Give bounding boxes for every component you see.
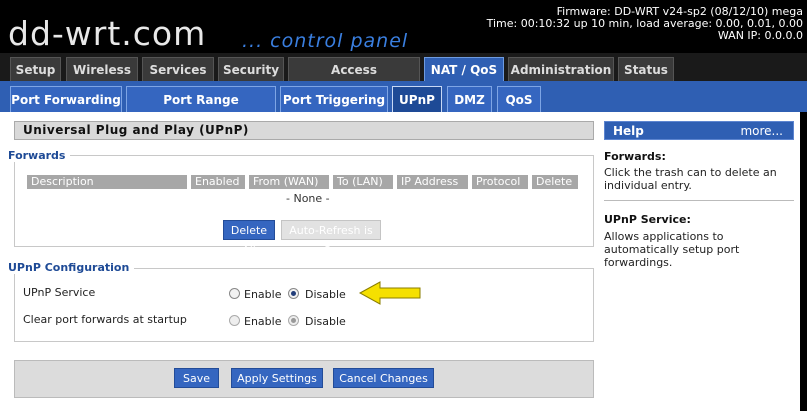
upnp-enable-radio[interactable] [229,288,240,299]
content-area: Universal Plug and Play (UPnP) Forwards … [0,112,807,411]
help-header: Help more... [604,121,794,140]
column-header: Protocol [472,175,528,189]
help-service-title: UPnP Service: [604,213,691,226]
apply-settings-button[interactable]: Apply Settings [231,368,323,388]
column-header: IP Address [397,175,468,189]
upnp-disable-radio[interactable] [288,288,299,299]
right-border [800,112,807,411]
tab-administration[interactable]: Administration [508,57,614,81]
tab-security[interactable]: Security [218,57,284,81]
upnp-config-fieldset [14,268,594,342]
tab-status[interactable]: Status [618,57,674,81]
dd-wrt-logo[interactable]: dd-wrt.com [8,14,206,54]
help-forwards-text: Click the trash can to delete an individ… [604,166,777,192]
header: dd-wrt.com ... control panel Firmware: D… [0,0,807,53]
subtab-upnp[interactable]: UPnP [392,86,442,112]
upnp-config-legend: UPnP Configuration [8,261,135,274]
subtab-port-forwarding[interactable]: Port Forwarding [10,86,122,112]
help-forwards-title: Forwards: [604,150,666,163]
clear-disable-radio[interactable] [288,315,299,326]
column-header: Description [27,175,187,189]
delete-all-button[interactable]: Delete All [223,220,275,257]
control-panel-tagline: ... control panel [242,30,409,52]
help-service-text: Allows applications to automatically set… [604,230,740,269]
router-status-info: Firmware: DD-WRT v24-sp2 (08/12/10) mega… [487,6,803,42]
tab-nat-qos[interactable]: NAT / QoS [424,57,504,81]
column-header: From (WAN) [249,175,329,189]
column-header: To (LAN) [333,175,393,189]
help-more-link[interactable]: more... [740,122,783,141]
save-button[interactable]: Save [174,368,219,388]
help-divider [604,200,794,201]
arrow-pointer-icon [358,281,421,305]
wan-ip: WAN IP: 0.0.0.0 [717,29,803,42]
help-title: Help [613,124,644,138]
tab-services[interactable]: Services [142,57,214,81]
forwards-legend: Forwards [8,149,71,162]
column-header: Enabled [191,175,245,189]
empty-list-text: - None - [286,192,330,205]
auto-refresh-button[interactable]: Auto-Refresh is On [281,220,381,257]
upnp-disable-label: Disable [305,288,346,301]
subtab-port-triggering[interactable]: Port Triggering [280,86,388,112]
column-header: Delete [532,175,578,189]
tab-wireless[interactable]: Wireless [66,57,138,81]
tab-access-restrictions[interactable]: Access Restrictions [288,57,420,101]
clear-enable-radio[interactable] [229,315,240,326]
main-tab-bar: Setup Wireless Services Security Access … [0,53,807,101]
sub-tab-bar: Port Forwarding Port Range Forwarding Po… [0,81,807,133]
clear-disable-label: Disable [305,315,346,328]
section-title: Universal Plug and Play (UPnP) [14,121,594,140]
upnp-service-label: UPnP Service [23,286,96,299]
subtab-port-range-forwarding[interactable]: Port Range Forwarding [126,86,276,133]
upnp-enable-label: Enable [244,288,282,301]
tab-setup[interactable]: Setup [10,57,61,81]
subtab-dmz[interactable]: DMZ [447,86,492,112]
cancel-changes-button[interactable]: Cancel Changes [333,368,434,388]
subtab-qos[interactable]: QoS [497,86,541,112]
clear-enable-label: Enable [244,315,282,328]
clear-forwards-label: Clear port forwards at startup [23,313,187,326]
